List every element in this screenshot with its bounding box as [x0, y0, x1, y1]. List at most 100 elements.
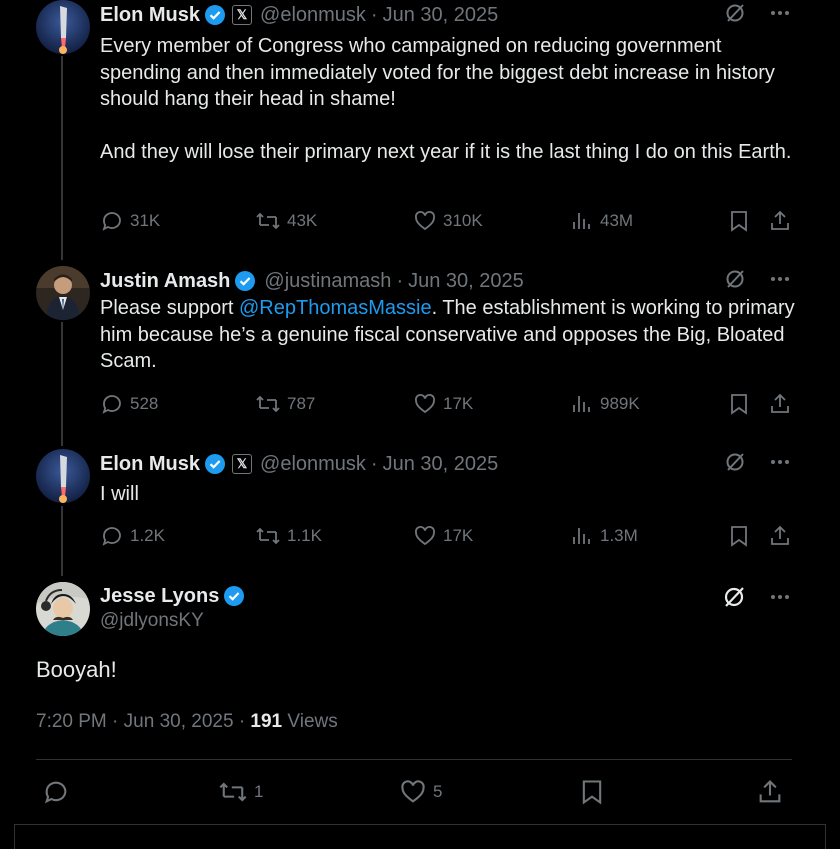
tweet-text: Booyah!	[36, 657, 117, 682]
tweet-text: Every member of Congress who campaigned …	[100, 35, 792, 163]
like-icon	[399, 778, 427, 806]
separator-dot: ·	[238, 711, 246, 732]
reply-button[interactable]	[42, 778, 70, 806]
views-count: 191	[250, 711, 283, 732]
thread-line	[61, 56, 63, 260]
author-handle[interactable]: @justinamash	[264, 270, 391, 293]
share-icon	[768, 209, 792, 233]
x-affiliate-icon: 𝕏	[232, 454, 253, 474]
reply-icon	[100, 524, 124, 548]
repost-count: 787	[287, 394, 316, 413]
tweet-time[interactable]: 7:20 PM	[36, 711, 107, 732]
reply-icon	[42, 778, 70, 806]
more-icon[interactable]	[770, 594, 790, 600]
share-button[interactable]	[768, 392, 792, 416]
grok-icon[interactable]	[724, 451, 746, 473]
share-button[interactable]	[768, 209, 792, 233]
tweet-date[interactable]: Jun 30, 2025	[124, 711, 234, 732]
like-count: 17K	[443, 526, 474, 545]
tweet-date[interactable]: Jun 30, 2025	[383, 453, 499, 476]
views-button[interactable]: 43M	[570, 209, 633, 233]
author-handle[interactable]: @elonmusk	[260, 453, 366, 476]
repost-button[interactable]: 43K	[255, 209, 317, 233]
mention-link[interactable]: @RepThomasMassie	[239, 297, 432, 319]
repost-count: 1	[254, 782, 264, 801]
reply-count: 31K	[130, 211, 161, 230]
views-button[interactable]: 989K	[570, 392, 640, 416]
author-name[interactable]: Elon Musk	[100, 453, 200, 476]
repost-icon	[255, 209, 281, 233]
share-button[interactable]	[768, 524, 792, 548]
views-icon	[570, 524, 594, 548]
like-count: 310K	[443, 211, 483, 230]
bookmark-icon	[728, 524, 750, 548]
repost-button[interactable]: 1	[218, 778, 263, 806]
like-button[interactable]: 17K	[413, 392, 473, 416]
like-count: 17K	[443, 394, 474, 413]
grok-icon[interactable]	[722, 585, 746, 609]
bookmark-icon	[579, 778, 605, 806]
reply-button[interactable]: 1.2K	[100, 524, 165, 548]
thread-line	[61, 506, 63, 576]
more-icon[interactable]	[770, 276, 790, 282]
grok-icon[interactable]	[724, 268, 746, 290]
x-affiliate-icon: 𝕏	[232, 5, 253, 25]
views-count: 1.3M	[600, 526, 638, 545]
share-button[interactable]	[756, 778, 784, 806]
repost-button[interactable]: 1.1K	[255, 524, 322, 548]
like-button[interactable]: 5	[399, 778, 442, 806]
bookmark-button[interactable]	[728, 209, 750, 233]
author-handle[interactable]: @elonmusk	[260, 4, 366, 27]
avatar[interactable]	[36, 449, 90, 503]
more-icon[interactable]	[770, 459, 790, 465]
like-button[interactable]: 17K	[413, 524, 473, 548]
thread-line	[61, 322, 63, 446]
author-name[interactable]: Elon Musk	[100, 4, 200, 27]
tweet-date[interactable]: Jun 30, 2025	[408, 270, 524, 293]
separator-dot: ·	[370, 3, 378, 26]
bookmark-button[interactable]	[579, 778, 605, 806]
author-handle[interactable]: @jdlyonsKY	[100, 610, 204, 632]
verified-icon	[204, 4, 226, 26]
like-icon	[413, 524, 437, 548]
like-count: 5	[433, 782, 443, 801]
like-button[interactable]: 310K	[413, 209, 483, 233]
author-name[interactable]: Justin Amash	[100, 270, 230, 293]
verified-icon	[223, 585, 245, 607]
like-icon	[413, 392, 437, 416]
tweet-text: I will	[100, 483, 139, 505]
avatar[interactable]	[36, 582, 90, 636]
bookmark-button[interactable]	[728, 524, 750, 548]
separator-dot: ·	[370, 452, 378, 475]
author-name[interactable]: Jesse Lyons	[100, 585, 219, 608]
avatar[interactable]	[36, 266, 90, 320]
share-icon	[768, 524, 792, 548]
tweet-text: Please support @RepThomasMassie. The est…	[100, 295, 800, 375]
repost-button[interactable]: 787	[255, 392, 315, 416]
repost-icon	[255, 524, 281, 548]
repost-count: 1.1K	[287, 526, 322, 545]
separator-dot: ·	[112, 711, 119, 732]
share-icon	[768, 392, 792, 416]
views-icon	[570, 392, 594, 416]
tweet-text-part: Please support	[100, 297, 239, 319]
separator-dot: ·	[396, 269, 404, 292]
more-icon[interactable]	[770, 10, 790, 16]
views-count: 989K	[600, 394, 640, 413]
reply-composer-border	[14, 824, 15, 849]
tweet-meta: 7:20 PM · Jun 30, 2025 · 191 Views	[36, 711, 338, 733]
like-icon	[413, 209, 437, 233]
reply-icon	[100, 392, 124, 416]
grok-icon[interactable]	[724, 2, 746, 24]
views-button[interactable]: 1.3M	[570, 524, 638, 548]
repost-icon	[255, 392, 281, 416]
repost-icon	[218, 778, 248, 806]
reply-count: 1.2K	[130, 526, 165, 545]
tweet-date[interactable]: Jun 30, 2025	[383, 4, 499, 27]
bookmark-button[interactable]	[728, 392, 750, 416]
reply-button[interactable]: 528	[100, 392, 158, 416]
avatar[interactable]	[36, 0, 90, 54]
reply-button[interactable]: 31K	[100, 209, 160, 233]
reply-composer-border	[825, 824, 826, 849]
share-icon	[756, 778, 784, 806]
